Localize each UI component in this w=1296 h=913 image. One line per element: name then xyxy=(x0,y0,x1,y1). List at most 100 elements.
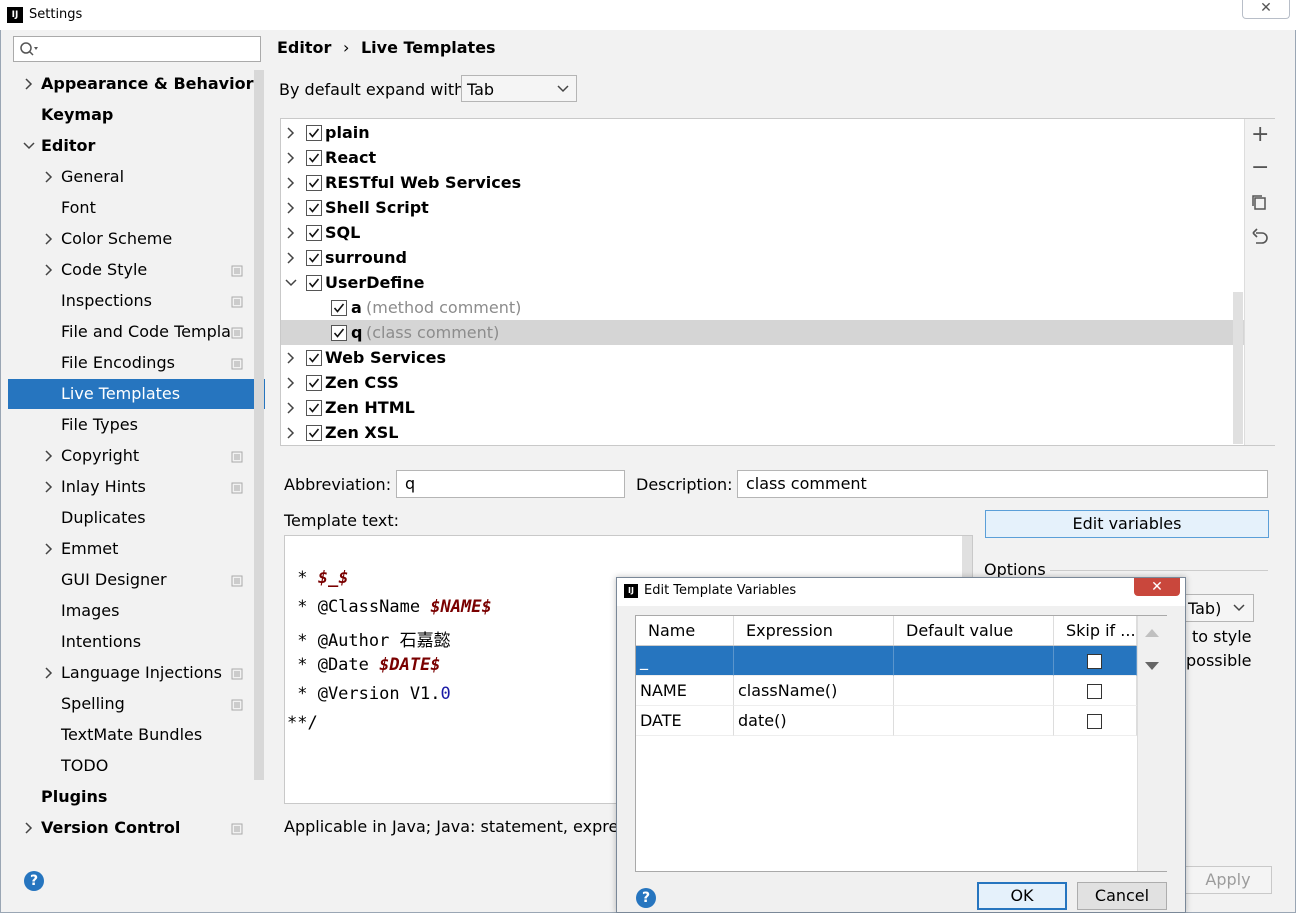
cancel-button[interactable]: Cancel xyxy=(1077,882,1167,910)
template-checkbox[interactable] xyxy=(331,300,347,316)
column-default-value[interactable]: Default value xyxy=(894,616,1054,646)
sidebar-item-file-encodings[interactable]: File Encodings xyxy=(61,349,175,377)
template-group-checkbox[interactable] xyxy=(306,400,322,416)
column-name[interactable]: Name xyxy=(636,616,734,646)
chevron-right-icon[interactable] xyxy=(22,821,36,835)
sidebar-item-keymap[interactable]: Keymap xyxy=(41,101,113,129)
variable-expression-cell[interactable] xyxy=(734,646,894,676)
variable-name-cell[interactable]: _ xyxy=(636,646,734,676)
template-checkbox[interactable] xyxy=(331,325,347,341)
add-icon[interactable]: + xyxy=(1251,122,1269,147)
template-group-row[interactable]: UserDefine xyxy=(281,270,1244,295)
template-group-checkbox[interactable] xyxy=(306,200,322,216)
template-group-row[interactable]: SQL xyxy=(281,220,1244,245)
sidebar-item-code-style[interactable]: Code Style xyxy=(61,256,147,284)
template-group-checkbox[interactable] xyxy=(306,275,322,291)
sidebar-item-spelling[interactable]: Spelling xyxy=(61,690,125,718)
sidebar-item-appearance-behavior[interactable]: Appearance & Behavior xyxy=(41,70,253,98)
sidebar-item-images[interactable]: Images xyxy=(61,597,119,625)
template-group-row[interactable]: Shell Script xyxy=(281,195,1244,220)
template-group-row[interactable]: Zen HTML xyxy=(281,395,1244,420)
applicable-contexts[interactable]: Applicable in Java; Java: statement, exp… xyxy=(284,817,639,836)
sidebar-item-file-types[interactable]: File Types xyxy=(61,411,138,439)
template-group-checkbox[interactable] xyxy=(306,250,322,266)
chevron-right-icon[interactable] xyxy=(284,426,298,440)
skip-if-defined-checkbox[interactable] xyxy=(1087,654,1102,669)
chevron-right-icon[interactable] xyxy=(284,126,298,140)
template-group-row[interactable]: RESTful Web Services xyxy=(281,170,1244,195)
sidebar-item-copyright[interactable]: Copyright xyxy=(61,442,139,470)
chevron-right-icon[interactable] xyxy=(42,232,56,246)
template-group-checkbox[interactable] xyxy=(306,125,322,141)
copy-icon[interactable] xyxy=(1251,194,1267,210)
move-down-icon[interactable] xyxy=(1144,661,1160,671)
sidebar-item-general[interactable]: General xyxy=(61,163,124,191)
template-group-row[interactable]: surround xyxy=(281,245,1244,270)
column-skip-if-defined[interactable]: Skip if ... xyxy=(1054,616,1137,646)
sidebar-item-gui-designer[interactable]: GUI Designer xyxy=(61,566,167,594)
template-row[interactable]: q (class comment) xyxy=(281,320,1244,345)
dialog-help-button[interactable]: ? xyxy=(636,888,656,908)
column-expression[interactable]: Expression xyxy=(734,616,894,646)
sidebar-item-emmet[interactable]: Emmet xyxy=(61,535,118,563)
chevron-right-icon[interactable] xyxy=(42,449,56,463)
help-button[interactable]: ? xyxy=(24,871,44,891)
sidebar-item-language-injections[interactable]: Language Injections xyxy=(61,659,222,687)
chevron-right-icon[interactable] xyxy=(284,201,298,215)
chevron-right-icon[interactable] xyxy=(42,263,56,277)
sidebar-item-inspections[interactable]: Inspections xyxy=(61,287,152,315)
sidebar-item-textmate-bundles[interactable]: TextMate Bundles xyxy=(61,721,202,749)
template-group-row[interactable]: plain xyxy=(281,120,1244,145)
chevron-right-icon[interactable] xyxy=(284,151,298,165)
move-up-icon[interactable] xyxy=(1144,628,1160,638)
chevron-right-icon[interactable] xyxy=(42,542,56,556)
chevron-right-icon[interactable] xyxy=(42,480,56,494)
apply-button[interactable]: Apply xyxy=(1184,866,1272,894)
skip-if-defined-checkbox[interactable] xyxy=(1087,714,1102,729)
sidebar-item-version-control[interactable]: Version Control xyxy=(41,814,180,842)
templates-scrollbar[interactable] xyxy=(1233,292,1243,444)
sidebar-item-inlay-hints[interactable]: Inlay Hints xyxy=(61,473,146,501)
skip-if-defined-checkbox[interactable] xyxy=(1087,684,1102,699)
search-input[interactable] xyxy=(13,36,261,62)
chevron-right-icon[interactable] xyxy=(284,226,298,240)
edit-variables-button[interactable]: Edit variables xyxy=(985,510,1269,538)
sidebar-item-duplicates[interactable]: Duplicates xyxy=(61,504,146,532)
variable-default-cell[interactable] xyxy=(894,646,1054,676)
sidebar-item-editor[interactable]: Editor xyxy=(41,132,95,160)
chevron-right-icon[interactable] xyxy=(42,170,56,184)
chevron-down-icon[interactable] xyxy=(22,139,36,153)
ok-button[interactable]: OK xyxy=(977,882,1067,910)
chevron-right-icon[interactable] xyxy=(284,176,298,190)
variable-expression-cell[interactable]: date() xyxy=(734,706,894,736)
sidebar-item-file-and-code-templa[interactable]: File and Code Templa xyxy=(61,318,231,346)
template-group-row[interactable]: React xyxy=(281,145,1244,170)
sidebar-item-plugins[interactable]: Plugins xyxy=(41,783,107,811)
variable-default-cell[interactable] xyxy=(894,706,1054,736)
template-group-row[interactable]: Zen XSL xyxy=(281,420,1244,445)
breadcrumb-parent[interactable]: Editor xyxy=(277,38,331,57)
chevron-right-icon[interactable] xyxy=(42,666,56,680)
template-group-checkbox[interactable] xyxy=(306,225,322,241)
template-group-row[interactable]: Zen CSS xyxy=(281,370,1244,395)
template-group-checkbox[interactable] xyxy=(306,175,322,191)
sidebar-item-color-scheme[interactable]: Color Scheme xyxy=(61,225,172,253)
dialog-close-button[interactable]: ✕ xyxy=(1134,578,1180,596)
sidebar-item-font[interactable]: Font xyxy=(61,194,96,222)
variable-expression-cell[interactable]: className() xyxy=(734,676,894,706)
chevron-right-icon[interactable] xyxy=(284,376,298,390)
template-group-row[interactable]: Web Services xyxy=(281,345,1244,370)
sidebar-scrollbar[interactable] xyxy=(254,70,264,780)
sidebar-item-intentions[interactable]: Intentions xyxy=(61,628,141,656)
chevron-down-icon[interactable] xyxy=(284,276,298,290)
chevron-right-icon[interactable] xyxy=(284,351,298,365)
chevron-right-icon[interactable] xyxy=(284,401,298,415)
variable-default-cell[interactable] xyxy=(894,676,1054,706)
abbreviation-field[interactable]: q xyxy=(396,470,625,498)
template-group-checkbox[interactable] xyxy=(306,350,322,366)
chevron-right-icon[interactable] xyxy=(22,77,36,91)
sidebar-item-todo[interactable]: TODO xyxy=(61,752,108,780)
remove-icon[interactable]: − xyxy=(1251,155,1269,180)
close-window-button[interactable]: ✕ xyxy=(1242,0,1290,19)
template-group-checkbox[interactable] xyxy=(306,425,322,441)
